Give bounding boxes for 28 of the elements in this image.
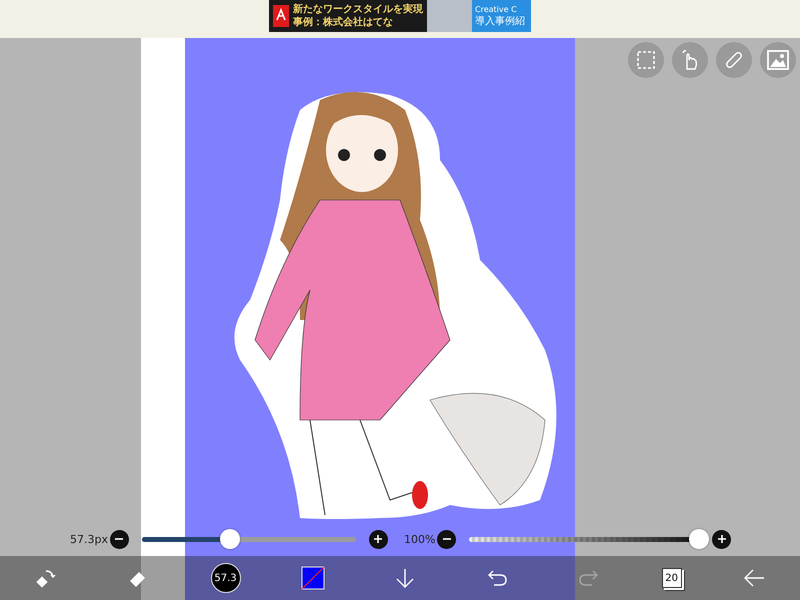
back-arrow-icon (742, 568, 766, 588)
decrease-button[interactable] (110, 530, 129, 548)
ad-subline: 事例：株式会社はてな (293, 16, 394, 29)
ruler-button[interactable] (716, 42, 752, 78)
ad-side-title: Creative C (475, 4, 518, 14)
plus-icon (373, 534, 384, 544)
photo-placeholder (427, 0, 472, 32)
hand-gesture-button[interactable] (672, 42, 708, 78)
image-button[interactable] (760, 42, 796, 78)
undo-icon (486, 569, 508, 587)
opacity-reading: 100% (404, 532, 436, 546)
down-arrow-icon (394, 567, 416, 589)
selection-tool-button[interactable] (628, 42, 664, 78)
color-swatch-icon (300, 566, 325, 590)
plus-icon (716, 534, 727, 544)
slider-thumb[interactable] (689, 529, 710, 549)
ad-banner[interactable]: 新たなワークスタイルを実現 事例：株式会社はてな Creative C 導入事例紹 (269, 0, 531, 32)
hand-icon (680, 49, 700, 71)
ad-headline: 新たなワークスタイルを実現 (293, 3, 423, 16)
brush-size-reading: 57.3px (70, 532, 108, 546)
layers-button[interactable]: 20 (662, 568, 682, 588)
increase-button[interactable] (712, 530, 732, 548)
redo-icon (578, 569, 600, 587)
dashed-square-icon (636, 50, 656, 70)
ruler-icon (723, 49, 745, 71)
ad-side-subtitle: 導入事例紹 (475, 14, 526, 28)
image-icon (767, 50, 789, 70)
logo-icon (273, 5, 289, 27)
